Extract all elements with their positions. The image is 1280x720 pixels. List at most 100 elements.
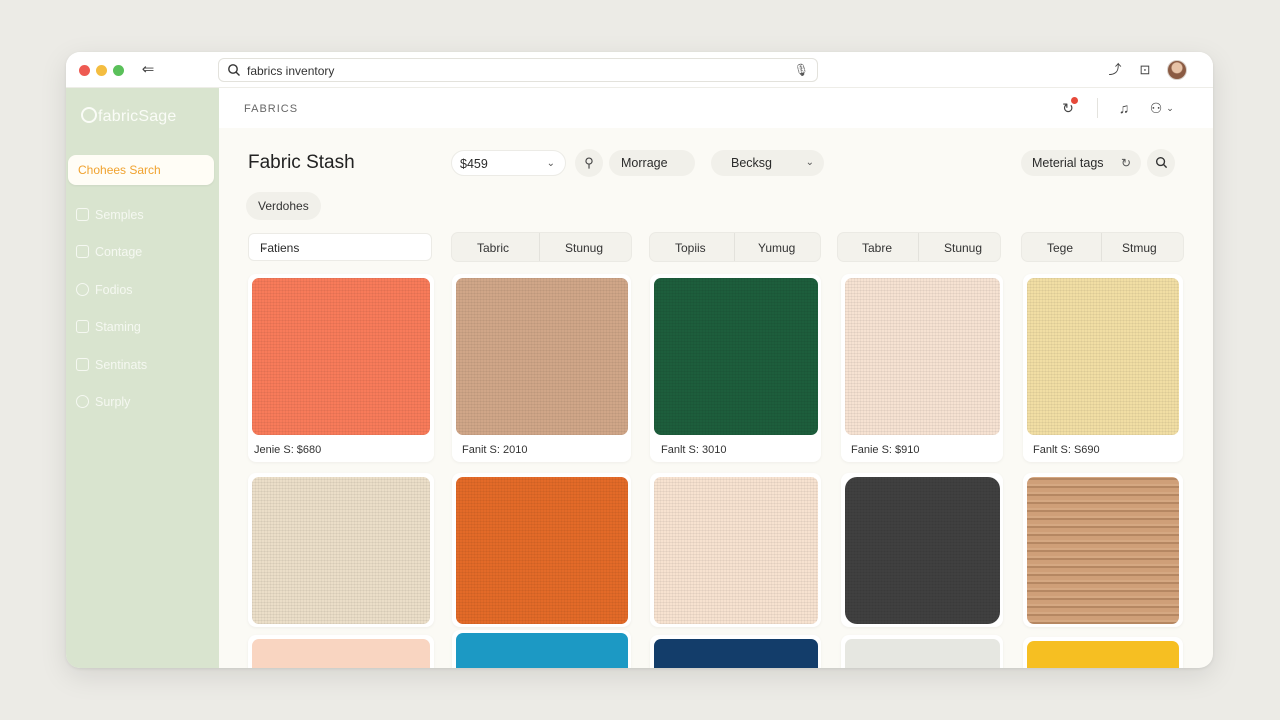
segment-divider — [539, 233, 540, 261]
segment-group-1[interactable]: Tabric Stunug — [451, 232, 632, 262]
fabric-caption: Fanlt S: 3010 — [661, 444, 727, 456]
extensions-icon[interactable]: ⊡ — [1136, 61, 1154, 79]
price-select[interactable]: $459 ⌄ — [451, 150, 566, 176]
fabric-card[interactable] — [1023, 637, 1183, 668]
share-icon[interactable]: ⤴ — [1106, 61, 1124, 79]
chevron-down-icon[interactable]: ⌄ — [1164, 99, 1176, 117]
fabric-card[interactable]: Jenie S: $680 — [248, 274, 434, 462]
fabric-swatch — [252, 477, 430, 624]
sidebar-item-sentinats[interactable]: Sentinats — [76, 358, 147, 376]
material-tags-button[interactable]: Meterial tags ↻ — [1021, 150, 1141, 176]
search-bar[interactable]: fabrics inventory 🎙︎ — [218, 58, 818, 82]
fabric-card[interactable]: Fanlt S: S690 — [1023, 274, 1183, 462]
fabric-swatch — [456, 633, 628, 668]
fabric-caption: Jenie S: $680 — [254, 444, 322, 456]
segment-group-4[interactable]: Tege Stmug — [1021, 232, 1184, 262]
minimize-window-button[interactable] — [96, 65, 107, 76]
filter-select-becksg[interactable]: Becksg ⌄ — [711, 150, 824, 176]
fabric-card[interactable]: Fanlt S: 3010 — [650, 274, 821, 462]
fabric-card[interactable] — [1023, 473, 1183, 627]
segment-group-3[interactable]: Tabre Stunug — [837, 232, 1001, 262]
segment-option[interactable]: Stmug — [1122, 241, 1157, 255]
notification-badge — [1071, 97, 1078, 104]
fabric-card[interactable] — [650, 473, 821, 627]
segment-option[interactable]: Tege — [1047, 241, 1073, 255]
segment-option[interactable]: Stunug — [565, 241, 603, 255]
sidebar-item-label: Semples — [95, 208, 144, 222]
fabric-card[interactable] — [841, 635, 1003, 668]
fabric-swatch — [654, 477, 818, 624]
sidebar-item-label: Surply — [95, 395, 131, 409]
sidebar-active-label: Chohees Sarch — [78, 163, 161, 177]
filter-button-morrage[interactable]: Morrage — [609, 150, 695, 176]
fabric-caption: Fanit S: 2010 — [462, 444, 528, 456]
fabric-card[interactable]: Fanit S: 2010 — [452, 274, 631, 462]
fabric-swatch — [845, 639, 1000, 668]
fabric-swatch — [456, 477, 628, 624]
microphone-icon[interactable]: 🎙︎ — [794, 63, 809, 77]
filter-label: Morrage — [621, 156, 668, 170]
calendar-icon — [76, 245, 89, 258]
browser-toolbar: ⇐ fabrics inventory 🎙︎ ⤴ ⊡ — [66, 52, 1213, 88]
settings-icon — [76, 358, 89, 371]
chevron-down-icon: ⌄ — [546, 158, 555, 169]
app-logo[interactable]: fabricSage — [81, 107, 177, 126]
search-query[interactable]: fabrics inventory — [247, 64, 334, 78]
sidebar-item-label: Fodios — [95, 283, 133, 297]
app-window: ⇐ fabrics inventory 🎙︎ ⤴ ⊡ fabricSage Ch… — [66, 52, 1213, 668]
sidebar-item-label: Sentinats — [95, 358, 148, 372]
bell-icon[interactable]: ♫ — [1115, 99, 1133, 117]
segment-divider — [1101, 233, 1102, 261]
fabric-card[interactable] — [650, 635, 821, 668]
fabric-swatch — [845, 278, 1000, 435]
grid-icon — [76, 208, 89, 221]
avatar[interactable] — [1167, 60, 1187, 80]
fabric-card[interactable]: Fanie S: $910 — [841, 274, 1003, 462]
chevron-down-icon: ⌄ — [805, 157, 814, 168]
fabric-caption: Fanlt S: S690 — [1033, 444, 1100, 456]
user-icon[interactable]: ⚇ — [1147, 99, 1165, 117]
fabric-swatch — [1027, 641, 1179, 668]
tag-chip[interactable]: Verdohes — [246, 192, 321, 220]
fabric-swatch — [654, 639, 818, 668]
segment-option[interactable]: Tabre — [862, 241, 892, 255]
pin-icon[interactable]: ⚲ — [575, 149, 603, 177]
fatiens-select[interactable]: Fatiens ⌄ — [248, 233, 432, 261]
fabric-card[interactable] — [841, 473, 1003, 627]
segment-group-2[interactable]: Topiis Yumug — [649, 232, 821, 262]
fabric-card[interactable] — [452, 473, 631, 627]
fabric-card[interactable] — [452, 630, 631, 668]
price-select-value: $459 — [460, 157, 488, 171]
back-arrow-icon[interactable]: ⇐ — [138, 61, 158, 79]
breadcrumb[interactable]: FABRICS — [244, 103, 298, 115]
box-icon — [76, 320, 89, 333]
search-icon — [228, 64, 240, 76]
fabric-swatch — [845, 477, 1000, 624]
segment-option[interactable]: Topiis — [675, 241, 706, 255]
search-icon[interactable] — [1147, 149, 1175, 177]
segment-option[interactable]: Stunug — [944, 241, 982, 255]
fabric-swatch — [1027, 278, 1179, 435]
segment-option[interactable]: Tabric — [477, 241, 509, 255]
segment-option[interactable]: Yumug — [758, 241, 795, 255]
fabric-swatch — [1027, 477, 1179, 624]
sidebar-item-fodios[interactable]: Fodios — [76, 283, 133, 301]
fabric-swatch — [654, 278, 818, 435]
sidebar-item-active[interactable]: Chohees Sarch — [68, 155, 214, 185]
sidebar-item-semples[interactable]: Semples — [76, 208, 144, 226]
logo-text: fabricSage — [98, 108, 177, 125]
segment-divider — [734, 233, 735, 261]
fabric-swatch — [456, 278, 628, 435]
maximize-window-button[interactable] — [113, 65, 124, 76]
close-window-button[interactable] — [79, 65, 90, 76]
fabric-card[interactable] — [248, 473, 434, 627]
header-divider — [1097, 98, 1098, 118]
fabric-card[interactable] — [248, 635, 434, 668]
fabric-swatch — [252, 278, 430, 435]
sidebar-item-staming[interactable]: Staming — [76, 320, 141, 338]
fabric-caption: Fanie S: $910 — [851, 444, 920, 456]
sidebar-item-label: Contage — [95, 245, 143, 259]
sidebar-item-contage[interactable]: Contage — [76, 245, 142, 263]
sidebar-item-surply[interactable]: Surply — [76, 395, 130, 413]
tag-refresh-icon: ↻ — [1120, 156, 1131, 170]
